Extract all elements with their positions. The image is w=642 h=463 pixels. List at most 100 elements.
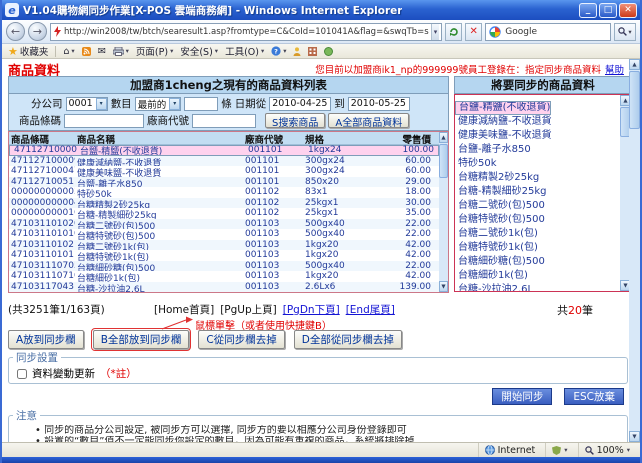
minimize-button[interactable]: _ [579, 3, 597, 18]
action-button-c[interactable]: C從同步欄去掉 [198, 330, 284, 349]
sync-list-item[interactable]: 台糖二號砂(包)500 [455, 199, 620, 213]
sync-list-item[interactable]: 台糖細砂1k(包) [455, 269, 620, 283]
column-header[interactable]: 零售價 [362, 132, 435, 144]
back-button[interactable]: ← [6, 22, 25, 41]
date-from-input[interactable] [269, 97, 331, 111]
start-sync-button[interactable]: 開始同步 [492, 388, 552, 405]
table-row[interactable]: 0000000000031特砂50k00110283x118.00 [9, 187, 439, 198]
sync-list-item[interactable]: 台糖-精製細砂25kg [455, 185, 620, 199]
branch-select[interactable]: 0001▾ [66, 97, 108, 111]
table-cell: 4711271000014 [12, 145, 78, 155]
table-row[interactable]: 4711271000090健康減納鹽-不收退貨001101300gx2460.0… [9, 156, 439, 167]
table-row[interactable]: 4711271005118台鹽-離子水850001101850x2029.00 [9, 177, 439, 188]
sync-listbox[interactable]: 台鹽-精鹽(不收退貨)健康減納鹽-不收退貨健康美味鹽-不收退貨台鹽-離子水850… [454, 94, 632, 292]
zoom-magnifier-icon [585, 446, 594, 455]
action-button-d[interactable]: D全部從同步欄去掉 [294, 330, 402, 349]
table-cell: 台糖特號砂(包)500 [75, 229, 243, 240]
web-search-box[interactable]: Google [485, 23, 611, 41]
stop-button[interactable]: ✕ [465, 23, 482, 41]
sync-total-suffix: 筆 [582, 304, 593, 317]
vendor-input[interactable] [192, 114, 256, 128]
scroll-up-icon[interactable]: ▲ [439, 132, 448, 143]
menu-page[interactable]: 页面(P)▾ [136, 44, 173, 58]
table-row[interactable]: 4711271000014台鹽-精鹽(不收退貨)0011011kgx24100.… [9, 145, 439, 156]
table-row[interactable]: 0000000000161台糖-精製細砂25kg00110225kgx135.0… [9, 208, 439, 219]
forward-button[interactable]: → [28, 22, 47, 41]
date-to-input[interactable] [348, 97, 410, 111]
table-row[interactable]: 0000000000048台糖精製2砂25kg00110225kgx130.00 [9, 198, 439, 209]
table-cell: 35.00 [362, 208, 435, 219]
sites-button[interactable] [308, 47, 317, 56]
scroll-up-icon[interactable]: ▲ [629, 59, 640, 70]
zone-indicator: Internet [478, 443, 542, 457]
action-button-b[interactable]: B全部放到同步欄 [93, 330, 190, 349]
close-button[interactable]: ✕ [619, 3, 637, 18]
table-row[interactable]: 4710311010204台糖二號砂(包)500001103500gx4022.… [9, 219, 439, 230]
column-header[interactable]: 廠商代號 [243, 132, 303, 144]
action-button-a[interactable]: A放到同步欄 [8, 330, 84, 349]
column-header[interactable]: 商品條碼 [9, 132, 75, 144]
barcode-label: 商品條碼 [19, 113, 61, 128]
help-button[interactable]: ?▾ [271, 46, 286, 56]
sync-list-item[interactable]: 台糖-沙拉油2.6L [455, 283, 620, 291]
menu-tools[interactable]: 工具(O)▾ [225, 44, 264, 58]
table-row[interactable]: 4710311010211台糖二號砂1k(包)0011031kgx2042.00 [9, 240, 439, 251]
search-button[interactable]: ▾ [614, 23, 636, 41]
menu-safety[interactable]: 安全(S)▾ [180, 44, 218, 58]
sync-list-item[interactable]: 特砂50k [455, 157, 620, 171]
address-dropdown-chevron-icon[interactable]: ▾ [431, 24, 440, 40]
table-row[interactable]: 4710311107102台糖細砂1k(包)0011031kgx2042.00 [9, 271, 439, 282]
sync-list-item[interactable]: 台糖細砂糖(包)500 [455, 255, 620, 269]
pagination-link[interactable]: [End尾頁] [346, 302, 395, 317]
table-row[interactable]: 4710311010105台糖特號砂(包)500001103500gx4022.… [9, 229, 439, 240]
user-button[interactable] [293, 47, 301, 56]
all-products-button[interactable]: A全部商品資料 [328, 113, 409, 128]
refresh-button[interactable] [445, 23, 462, 41]
feeds-button[interactable] [82, 47, 91, 56]
count-input[interactable] [184, 97, 218, 111]
table-cell: 1kgx20 [303, 240, 362, 251]
sync-list-item[interactable]: 台糖特號砂(包)500 [455, 213, 620, 227]
sync-list-item[interactable]: 健康美味鹽-不收退貨 [455, 129, 620, 143]
table-cell: 台糖-精製細砂25kg [75, 208, 243, 219]
table-row[interactable]: 4710311107058台糖細砂糖(包)500001103500gx4022.… [9, 261, 439, 272]
sync-list-item[interactable]: 健康減納鹽-不收退貨 [455, 115, 620, 129]
table-cell: 60.00 [362, 166, 435, 177]
count-select[interactable]: 最前的▾ [135, 97, 182, 111]
column-header[interactable]: 商品名稱 [75, 132, 243, 144]
menu-page-label: 页面(P) [136, 44, 168, 58]
scrollbar-thumb[interactable] [629, 71, 640, 129]
table-scrollbar[interactable]: ▲ ▼ [439, 132, 448, 292]
sync-button[interactable] [324, 47, 333, 56]
table-cell: 22.00 [362, 219, 435, 230]
scrollbar-thumb[interactable] [439, 144, 448, 178]
home-button[interactable]: ⌂▾ [63, 46, 74, 57]
mail-button[interactable]: ✉ [98, 46, 106, 57]
maximize-button[interactable]: □ [599, 3, 617, 18]
print-button[interactable]: ▾ [113, 47, 129, 56]
data-update-checkbox[interactable] [17, 369, 27, 379]
search-products-button[interactable]: S搜索商品 [265, 113, 325, 128]
scroll-down-icon[interactable]: ▼ [629, 431, 640, 442]
sync-list-item[interactable]: 台糖二號砂1k(包) [455, 227, 620, 241]
help-link[interactable]: 幫助 [605, 65, 624, 76]
table-row[interactable]: 4710311010112台糖特號砂1k(包)0011031kgx2042.00 [9, 250, 439, 261]
protected-mode-cell[interactable]: ▾ [545, 443, 573, 457]
sync-list-item[interactable]: 台鹽-離子水850 [455, 143, 620, 157]
chevron-down-icon: ▾ [126, 47, 129, 55]
mail-icon: ✉ [98, 46, 106, 57]
page-scrollbar[interactable]: ▲ ▼ [629, 59, 640, 442]
table-row[interactable]: 4711271000472健康美味鹽-不收退貨001101300gx2460.0… [9, 166, 439, 177]
table-row[interactable]: 4710311704318台糖-沙拉油2.6L0011032.6Lx6139.0… [9, 282, 439, 293]
address-bar[interactable]: http://win2008/tw/btch/searesult1.asp?fr… [50, 23, 442, 41]
sync-list-item[interactable]: 台糖精製2砂25kg [455, 171, 620, 185]
esc-cancel-button[interactable]: ESC放棄 [564, 388, 624, 405]
zoom-control[interactable]: 100% ▾ [578, 443, 636, 457]
sync-list-item[interactable]: 台糖特號砂1k(包) [455, 241, 620, 255]
table-cell: 500gx40 [303, 229, 362, 240]
scroll-down-icon[interactable]: ▼ [439, 281, 448, 292]
column-header[interactable]: 規格 [303, 132, 362, 144]
sync-list-item[interactable]: 台鹽-精鹽(不收退貨) [455, 101, 551, 115]
barcode-input[interactable] [64, 114, 144, 128]
favorites-button[interactable]: ★ 收藏夹 [8, 44, 48, 58]
